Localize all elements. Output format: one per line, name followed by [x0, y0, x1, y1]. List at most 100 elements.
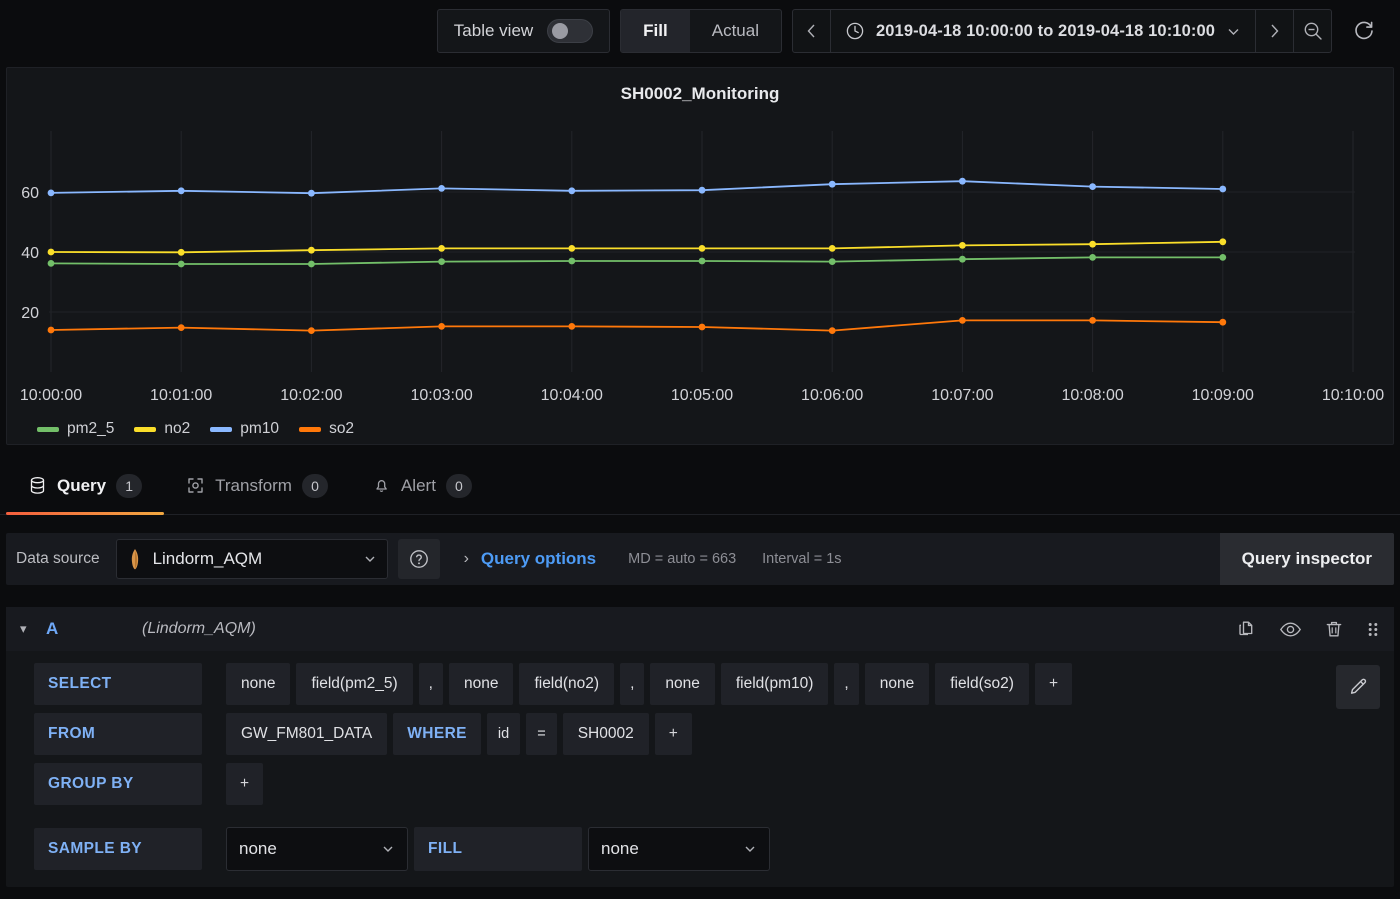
refresh-icon [1355, 21, 1373, 40]
datasource-help-button[interactable] [397, 539, 440, 579]
legend-label-pm10: pm10 [240, 420, 280, 437]
group-by-add-button[interactable]: + [226, 763, 264, 805]
svg-text:10:10:00: 10:10:00 [1322, 387, 1384, 404]
legend-swatch-pm10 [210, 426, 233, 432]
chevron-down-icon [745, 846, 755, 852]
where-field[interactable]: id [486, 713, 521, 755]
from-keyword[interactable]: FROM [34, 713, 202, 755]
select-add-button[interactable]: + [1034, 663, 1072, 705]
query-options-toggle[interactable]: › Query options [464, 549, 597, 569]
segment-fill[interactable]: Fill [621, 10, 690, 52]
fill-select[interactable]: none [588, 827, 770, 871]
duplicate-query-icon[interactable] [1236, 619, 1257, 640]
svg-text:10:01:00: 10:01:00 [150, 387, 212, 404]
toggle-text-edit-mode-button[interactable] [1336, 665, 1380, 709]
top-toolbar: Table view Fill Actual 2019-04-18 10:00:… [0, 0, 1400, 62]
fill-keyword[interactable]: FILL [414, 827, 582, 871]
sample-by-keyword[interactable]: SAMPLE BY [34, 828, 202, 870]
time-range-display[interactable]: 2019-04-18 10:00:00 to 2019-04-18 10:10:… [831, 10, 1255, 52]
datasource-label: Data source [16, 550, 100, 567]
chevron-down-icon [1228, 28, 1239, 35]
time-range-picker[interactable]: 2019-04-18 10:00:00 to 2019-04-18 10:10:… [791, 9, 1332, 53]
sample-by-select[interactable]: none [226, 827, 408, 871]
legend-label-pm2_5: pm2_5 [67, 420, 115, 437]
select-field-2[interactable]: field(pm10) [720, 663, 829, 705]
where-operator[interactable]: = [526, 713, 557, 755]
svg-text:10:04:00: 10:04:00 [541, 387, 603, 404]
from-clause-row: FROM GW_FM801_DATA WHERE id = SH0002 + [34, 713, 1320, 755]
svg-text:60: 60 [21, 185, 39, 202]
tab-query-label: Query [57, 475, 107, 495]
sample-by-value: none [239, 839, 277, 858]
select-separator-2: , [834, 663, 859, 705]
tab-transform-label: Transform [215, 475, 292, 495]
fill-value: none [601, 839, 639, 858]
chevron-left-icon [807, 24, 815, 38]
tab-query[interactable]: Query 1 [6, 457, 165, 515]
transform-icon [188, 478, 203, 493]
select-field-1[interactable]: field(no2) [519, 663, 615, 705]
select-keyword[interactable]: SELECT [34, 663, 202, 705]
datasource-picker[interactable]: Lindorm_AQM [115, 539, 388, 579]
fill-actual-segmented-control[interactable]: Fill Actual [620, 9, 782, 53]
where-keyword[interactable]: WHERE [393, 713, 481, 755]
legend-item-pm2_5[interactable]: pm2_5 [37, 420, 114, 438]
delete-query-icon[interactable] [1324, 619, 1344, 640]
chart-legend: pm2_5 no2 pm10 so2 [7, 420, 1393, 438]
group-by-clause-row: GROUP BY + [34, 763, 1320, 805]
time-shift-forward-button[interactable] [1255, 10, 1293, 52]
legend-item-so2[interactable]: so2 [299, 420, 354, 438]
timeseries-chart[interactable]: 20 40 60 10:00:00 10:01:00 10:02:00 10:03:00 10… [7, 68, 1395, 444]
select-field-0[interactable]: field(pm2_5) [296, 663, 413, 705]
tab-query-badge: 1 [116, 473, 143, 498]
query-meta-interval: Interval = 1s [762, 551, 842, 567]
legend-item-pm10[interactable]: pm10 [210, 420, 279, 438]
svg-text:10:05:00: 10:05:00 [671, 387, 733, 404]
select-agg-0[interactable]: none [226, 663, 291, 705]
drag-handle-icon[interactable] [1366, 619, 1380, 640]
query-collapse-toggle[interactable]: ▾ [20, 621, 46, 637]
svg-text:10:07:00: 10:07:00 [931, 387, 993, 404]
graph-panel: SH0002_Monitoring 20 40 60 10:00:00 10:01:00… [6, 67, 1394, 445]
hide-query-icon[interactable] [1279, 619, 1302, 640]
select-field-3[interactable]: field(so2) [935, 663, 1029, 705]
table-view-toggle-group[interactable]: Table view [436, 9, 611, 53]
select-agg-1[interactable]: none [448, 663, 514, 705]
legend-item-no2[interactable]: no2 [134, 420, 190, 438]
tab-transform[interactable]: Transform 0 [164, 457, 350, 514]
query-ref-id[interactable]: A [46, 619, 142, 639]
pencil-icon [1350, 678, 1367, 694]
svg-text:10:00:00: 10:00:00 [20, 387, 82, 404]
select-agg-3[interactable]: none [864, 663, 930, 705]
where-add-button[interactable]: + [654, 713, 692, 755]
zoom-out-time-button[interactable] [1293, 10, 1331, 52]
table-view-switch[interactable] [547, 19, 594, 43]
select-separator-0: , [418, 663, 443, 705]
clock-icon [846, 22, 864, 40]
chevron-right-icon: › [463, 550, 469, 567]
segment-actual[interactable]: Actual [690, 10, 781, 52]
question-circle-icon [409, 550, 428, 568]
from-table[interactable]: GW_FM801_DATA [226, 713, 388, 755]
query-datasource-note: (Lindorm_AQM) [142, 620, 256, 637]
query-editor-body: SELECT none field(pm2_5) , none field(no… [6, 651, 1394, 887]
tab-alert-badge: 0 [445, 473, 472, 498]
time-shift-back-button[interactable] [793, 10, 831, 52]
svg-text:10:03:00: 10:03:00 [410, 387, 472, 404]
where-value[interactable]: SH0002 [562, 713, 649, 755]
group-by-keyword[interactable]: GROUP BY [34, 763, 202, 805]
svg-text:40: 40 [21, 245, 39, 262]
select-separator-1: , [620, 663, 645, 705]
query-editor-card: ▾ A (Lindorm_AQM) SELECT none field(pm2_… [6, 607, 1394, 887]
select-agg-2[interactable]: none [650, 663, 715, 705]
sample-by-clause-row: SAMPLE BY none FILL none [34, 827, 1320, 871]
database-icon [30, 477, 45, 494]
chevron-right-icon [1271, 24, 1279, 38]
chart-area[interactable]: 20 40 60 10:00:00 10:01:00 10:02:00 10:03:00 10… [7, 68, 1393, 444]
tab-alert[interactable]: Alert 0 [350, 457, 494, 514]
legend-swatch-no2 [134, 426, 157, 432]
refresh-dashboard-button[interactable] [1342, 9, 1386, 53]
legend-swatch-pm2_5 [37, 426, 59, 432]
query-options-label: Query options [480, 549, 597, 568]
query-inspector-button[interactable]: Query inspector [1219, 533, 1394, 585]
